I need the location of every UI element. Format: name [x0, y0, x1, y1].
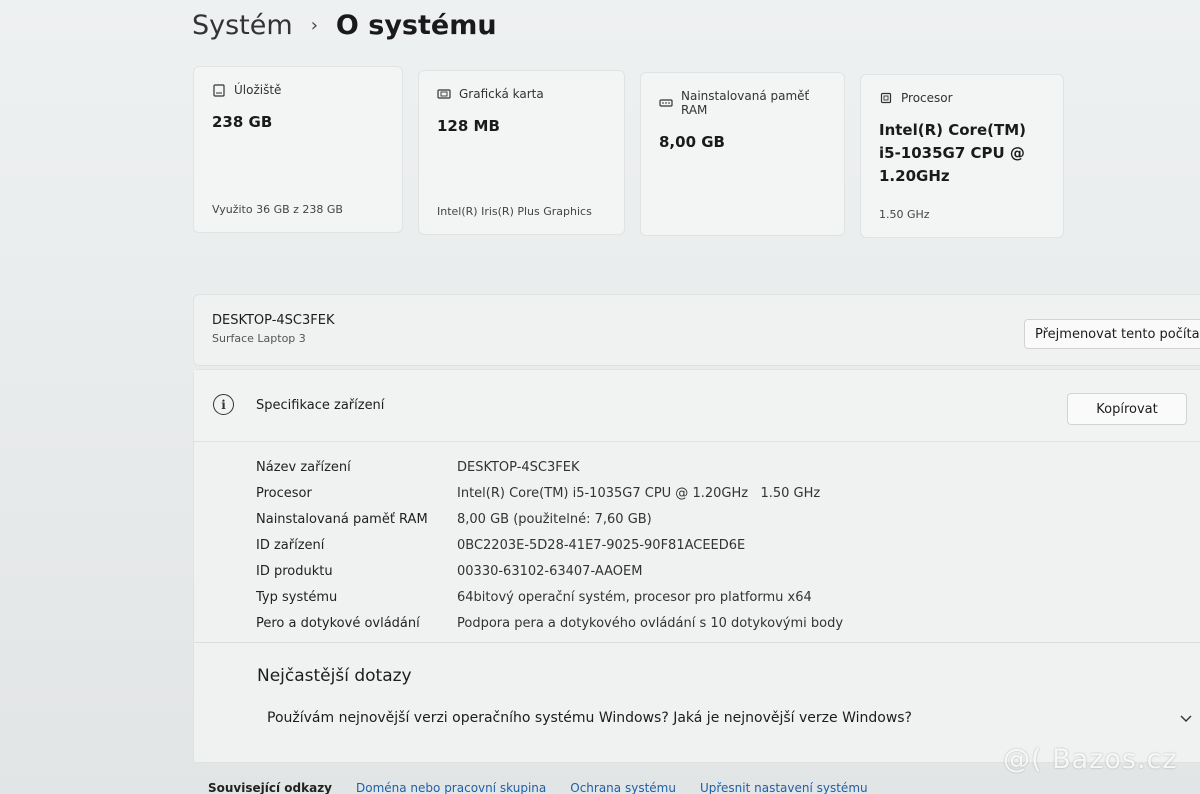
spec-row: ID zařízení 0BC2203E-5D28-41E7-9025-90F8… [256, 532, 1156, 558]
card-value: Intel(R) Core(TM) i5-1035G7 CPU @ 1.20GH… [879, 121, 1026, 185]
spec-label: Procesor [256, 485, 312, 501]
spec-value: Podpora pera a dotykového ovládání s 10 … [457, 615, 844, 631]
link-domain-workgroup[interactable]: Doména nebo pracovní skupina [356, 781, 546, 794]
card-value: 238 GB [212, 113, 273, 131]
spec-label: ID produktu [256, 563, 333, 579]
spec-label: Pero a dotykové ovládání [256, 615, 420, 631]
processor-card[interactable]: Procesor Intel(R) Core(TM) i5-1035G7 CPU… [860, 74, 1064, 238]
chevron-right-icon: › [310, 15, 318, 36]
card-title: Úložiště [234, 83, 282, 97]
card-title: Procesor [901, 91, 953, 105]
spec-label: Typ systému [256, 589, 338, 605]
breadcrumb: Systém › O systému [192, 10, 497, 41]
specs-table: Název zařízení DESKTOP-4SC3FEK Procesor … [256, 454, 1156, 636]
chevron-down-icon[interactable] [1179, 710, 1193, 724]
faq-title: Nejčastější dotazy [257, 666, 412, 686]
ram-card[interactable]: Nainstalovaná paměť RAM 8,00 GB [640, 72, 845, 236]
spec-row: Nainstalovaná paměť RAM 8,00 GB (použite… [256, 506, 1156, 532]
device-model: Surface Laptop 3 [212, 332, 306, 345]
spec-row: Pero a dotykové ovládání Podpora pera a … [256, 610, 1156, 636]
graphics-card[interactable]: Grafická karta 128 MB Intel(R) Iris(R) P… [418, 70, 625, 235]
card-sub: Intel(R) Iris(R) Plus Graphics [437, 205, 592, 218]
link-system-protection[interactable]: Ochrana systému [570, 781, 676, 794]
faq-question[interactable]: Používám nejnovější verzi operačního sys… [267, 710, 912, 726]
spec-row: ID produktu 00330-63102-63407-AAOEM [256, 558, 1156, 584]
link-advanced-system-settings[interactable]: Upřesnit nastavení systému [700, 781, 868, 794]
card-sub: Využito 36 GB z 238 GB [212, 203, 343, 216]
device-specs-panel: i Specifikace zařízení Kopírovat Název z… [193, 369, 1200, 763]
storage-card[interactable]: Úložiště 238 GB Využito 36 GB z 238 GB [193, 66, 403, 233]
spec-value: DESKTOP-4SC3FEK [457, 459, 580, 475]
info-icon: i [213, 394, 234, 415]
card-title: Grafická karta [459, 87, 544, 101]
device-specs-header[interactable]: i Specifikace zařízení Kopírovat [194, 370, 1200, 442]
related-links-label: Související odkazy [208, 781, 332, 794]
rename-pc-button[interactable]: Přejmenovat tento počítač [1024, 319, 1200, 349]
spec-value: 00330-63102-63407-AAOEM [457, 563, 643, 579]
processor-icon [879, 92, 893, 104]
graphics-card-icon [437, 88, 451, 100]
spec-value: 0BC2203E-5D28-41E7-9025-90F81ACEED6E [457, 537, 746, 553]
card-value: 128 MB [437, 117, 500, 135]
divider [194, 642, 1200, 643]
spec-label: Název zařízení [256, 459, 351, 475]
card-title: Nainstalovaná paměť RAM [681, 89, 810, 117]
specs-title: Specifikace zařízení [256, 398, 385, 413]
spec-label: Nainstalovaná paměť RAM [256, 511, 428, 527]
spec-row: Název zařízení DESKTOP-4SC3FEK [256, 454, 1156, 480]
spec-label: ID zařízení [256, 537, 325, 553]
device-name-row: DESKTOP-4SC3FEK Surface Laptop 3 Přejmen… [193, 294, 1200, 366]
spec-row: Procesor Intel(R) Core(TM) i5-1035G7 CPU… [256, 480, 1156, 506]
spec-value: Intel(R) Core(TM) i5-1035G7 CPU @ 1.20GH… [457, 485, 821, 501]
storage-icon [212, 83, 226, 97]
breadcrumb-parent[interactable]: Systém [192, 10, 293, 41]
copy-button[interactable]: Kopírovat [1067, 393, 1187, 425]
related-links: Související odkazy Doména nebo pracovní … [208, 781, 868, 794]
watermark: @( Bazos.cz [1003, 744, 1178, 775]
spec-value: 64bitový operační systém, procesor pro p… [457, 589, 812, 605]
card-sub: 1.50 GHz [879, 208, 930, 221]
spec-value: 8,00 GB (použitelné: 7,60 GB) [457, 511, 652, 527]
device-name: DESKTOP-4SC3FEK [212, 313, 335, 328]
page-title: O systému [335, 10, 497, 41]
card-value: 8,00 GB [659, 133, 725, 151]
ram-icon [659, 97, 673, 109]
spec-row: Typ systému 64bitový operační systém, pr… [256, 584, 1156, 610]
